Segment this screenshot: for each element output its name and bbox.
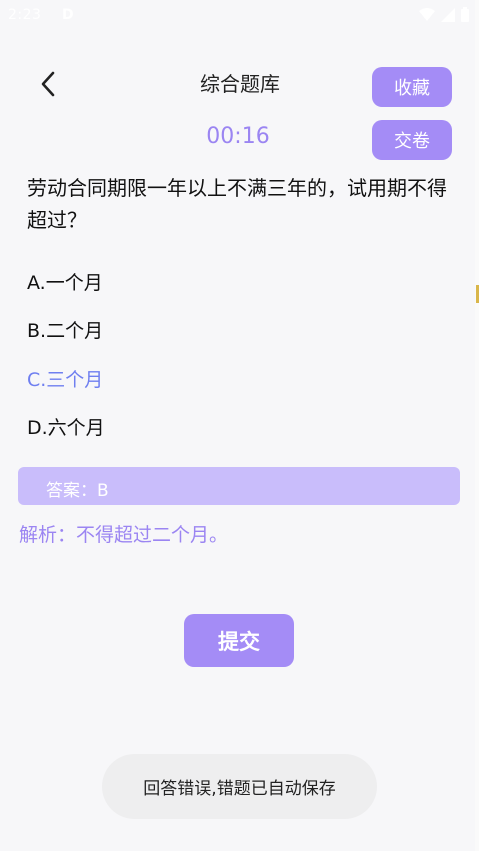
wifi-icon (419, 7, 435, 26)
countdown-timer: 00:16 (206, 124, 270, 149)
status-icons (419, 7, 469, 26)
toast-message: 回答错误,错题已自动保存 (102, 754, 377, 819)
battery-icon (461, 7, 469, 26)
option-c[interactable]: C.三个月 (27, 365, 103, 392)
analysis-text: 解析：不得超过二个月。 (19, 524, 229, 546)
app-screen: 2:23 D 综合题库 收藏 交卷 00:16 劳动合同期限一年以上不满三年的，… (0, 0, 475, 851)
submit-button[interactable]: 提交 (184, 614, 294, 667)
option-b[interactable]: B.二个月 (27, 316, 103, 343)
option-a[interactable]: A.一个月 (27, 268, 103, 295)
status-bar: 2:23 D (0, 0, 475, 32)
back-button[interactable] (30, 68, 66, 104)
notification-icon: D (62, 7, 74, 23)
option-d[interactable]: D.六个月 (27, 413, 105, 440)
answer-bar: 答案：B (18, 467, 460, 505)
answer-text: 答案：B (46, 481, 109, 501)
chevron-left-icon (38, 70, 58, 102)
page-title: 综合题库 (200, 72, 280, 96)
cell-signal-icon (441, 7, 455, 26)
submit-paper-button[interactable]: 交卷 (372, 120, 452, 160)
question-text: 劳动合同期限一年以上不满三年的，试用期不得超过？ (27, 176, 447, 232)
favorite-button[interactable]: 收藏 (372, 67, 452, 107)
screen-edge (475, 0, 479, 851)
status-time: 2:23 (8, 7, 42, 23)
